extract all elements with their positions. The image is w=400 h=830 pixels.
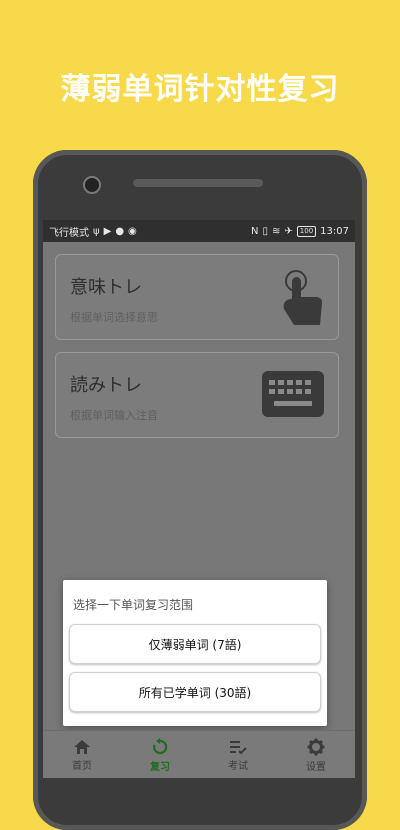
tab-label: 考试 [228,760,248,772]
tab-label: 复习 [150,761,170,773]
card-meaning-training[interactable]: 意味トレ 根据单词选择意思 [55,254,339,340]
speaker-grille [133,179,263,187]
nfc-icon: N [251,225,259,237]
camera-icon [83,176,101,194]
card-title: 読みトレ [70,375,142,396]
headline: 薄弱单词针对性复习 [60,72,340,107]
exam-list-check-icon [230,740,247,754]
tab-label: 设置 [306,761,326,773]
vibrate-icon: ▯ [262,225,269,237]
settings-gear-icon [307,738,325,755]
browser-icon: ◉ [128,225,137,237]
card-title: 意味トレ [70,277,142,298]
status-bar: 飞行模式 ψ ▶ ● ◉ N ▯ ≋ ✈ 100 13:07 [43,220,355,242]
tab-label: 首页 [72,760,92,772]
status-time: 13:07 [320,225,349,237]
bottom-tab-bar: 首页 复习 考试 设置 [43,730,355,779]
home-icon [74,739,90,754]
review-range-dialog: 选择一下单词复习范围 仅薄弱单词 (7語) 所有已学单词 (30語) [63,580,327,726]
play-icon: ▶ [103,225,112,237]
touch-hand-icon [276,269,324,331]
weak-words-option-button[interactable]: 仅薄弱单词 (7語) [69,624,321,664]
review-refresh-icon [153,737,168,754]
battery-icon: 100 [296,225,317,237]
keyboard-icon [262,371,324,421]
dialog-title: 选择一下单词复习范围 [73,598,194,612]
all-learned-words-option-button[interactable]: 所有已学单词 (30語) [69,672,321,712]
wifi-icon: ≋ [272,225,281,237]
phone-bottom-bar [43,778,355,800]
location-icon: ● [115,225,125,237]
tab-settings[interactable]: 设置 [277,731,355,779]
tab-exam[interactable]: 考试 [199,731,277,779]
card-subtitle: 根据单词选择意思 [70,311,158,324]
airplane-icon: ✈ [284,225,293,237]
tab-home[interactable]: 首页 [43,731,121,779]
usb-icon: ψ [93,225,100,237]
phone-screen: 飞行模式 ψ ▶ ● ◉ N ▯ ≋ ✈ 100 13:07 意味トレ 根据单词… [43,220,355,800]
phone-frame: 飞行模式 ψ ▶ ● ◉ N ▯ ≋ ✈ 100 13:07 意味トレ 根据单词… [33,150,367,830]
card-subtitle: 根据单词输入注音 [70,409,158,422]
tab-review[interactable]: 复习 [121,731,199,779]
status-left-text: 飞行模式 [49,227,89,239]
card-reading-training[interactable]: 読みトレ 根据单词输入注音 [55,352,339,438]
